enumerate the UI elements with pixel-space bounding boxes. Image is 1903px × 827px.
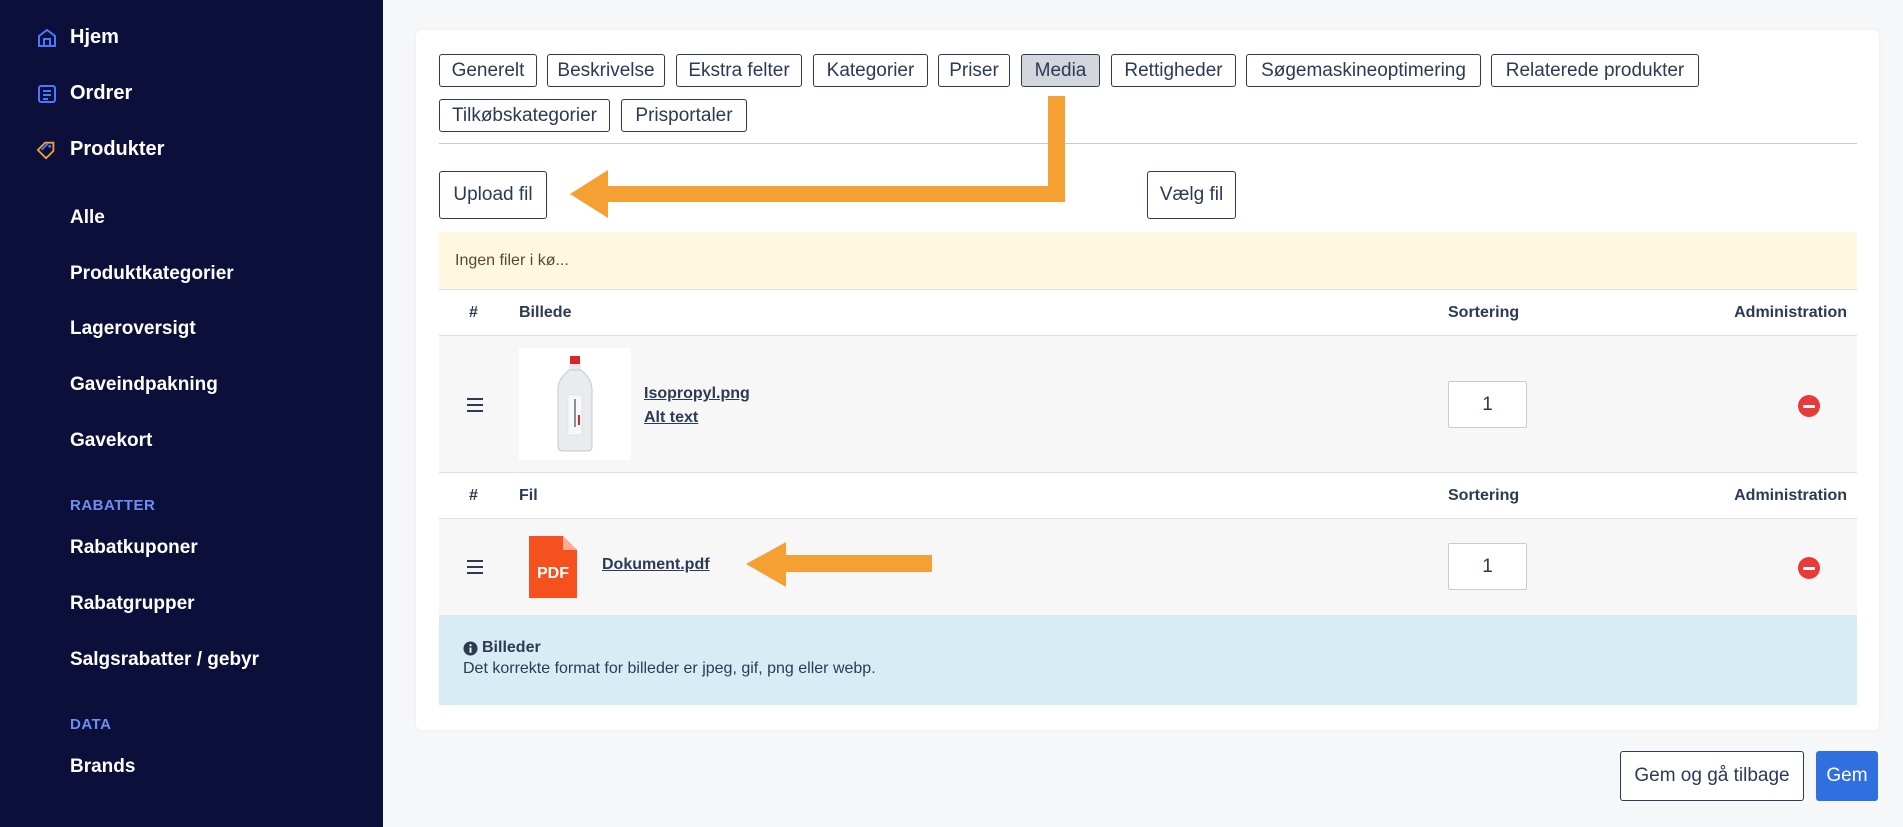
col-header-administration: Administration <box>1734 487 1847 504</box>
tab-related-products[interactable]: Relaterede produkter <box>1491 54 1699 87</box>
sidebar-item-label: Hjem <box>70 26 119 48</box>
queue-text: Ingen filer i kø... <box>455 251 569 269</box>
upload-file-button[interactable]: Upload fil <box>439 171 547 219</box>
upload-queue-status: Ingen filer i kø... <box>439 232 1857 289</box>
sidebar-item-stock[interactable]: Lageroversigt <box>70 318 196 340</box>
sidebar: Hjem Ordrer Produkter Alle Produktkatego… <box>0 0 383 827</box>
tab-upsell-categories[interactable]: Tilkøbskategorier <box>439 99 610 132</box>
tab-generelt[interactable]: Generelt <box>439 54 537 87</box>
tab-media[interactable]: Media <box>1021 54 1100 87</box>
remove-icon[interactable] <box>1798 395 1820 417</box>
col-header-sorting: Sortering <box>1448 304 1520 321</box>
drag-handle-icon[interactable] <box>467 560 483 574</box>
col-header-image: Billede <box>519 304 572 321</box>
table-row: PDF Dokument.pdf <box>439 519 1857 615</box>
product-image-thumbnail[interactable] <box>519 348 631 460</box>
image-filename-link[interactable]: Isopropyl.png <box>644 385 750 403</box>
tabs-divider <box>439 143 1857 144</box>
image-alt-text-link[interactable]: Alt text <box>644 409 698 427</box>
info-icon <box>463 640 478 656</box>
col-header-administration: Administration <box>1734 304 1847 321</box>
sidebar-section-data: DATA <box>70 716 112 733</box>
files-table-header: # Fil Sortering Administration <box>439 472 1857 519</box>
col-header-sorting: Sortering <box>1448 487 1520 504</box>
sidebar-item-label: Produkter <box>70 138 165 160</box>
sidebar-item-discount-groups[interactable]: Rabatgrupper <box>70 593 195 615</box>
tab-price-portals[interactable]: Prisportaler <box>621 99 747 132</box>
sidebar-item-coupons[interactable]: Rabatkuponer <box>70 537 198 559</box>
sidebar-item-product-categories[interactable]: Produktkategorier <box>70 263 234 285</box>
bottle-image <box>557 356 593 452</box>
col-header-file: Fil <box>519 487 538 504</box>
file-name-link[interactable]: Dokument.pdf <box>602 556 710 574</box>
drag-handle-icon[interactable] <box>467 398 483 412</box>
tab-seo[interactable]: Søgemaskineoptimering <box>1246 54 1481 87</box>
sidebar-item-home[interactable]: Hjem <box>36 26 119 49</box>
pdf-file-icon: PDF <box>529 536 577 598</box>
images-table-header: # Billede Sortering Administration <box>439 289 1857 336</box>
file-sort-input[interactable] <box>1448 543 1527 590</box>
save-button[interactable]: Gem <box>1816 751 1878 801</box>
sidebar-item-sales-discounts[interactable]: Salgsrabatter / gebyr <box>70 649 259 671</box>
info-box: Billeder Det korrekte format for billede… <box>439 615 1857 705</box>
sidebar-item-all[interactable]: Alle <box>70 207 105 229</box>
orders-icon <box>36 83 58 105</box>
table-row: Isopropyl.png Alt text <box>439 336 1857 472</box>
image-sort-input[interactable] <box>1448 381 1527 428</box>
tag-icon <box>36 139 58 161</box>
remove-icon[interactable] <box>1798 557 1820 579</box>
sidebar-item-products[interactable]: Produkter <box>36 138 164 161</box>
home-icon <box>36 27 58 49</box>
info-title: Billeder <box>482 639 541 656</box>
tab-priser[interactable]: Priser <box>938 54 1010 87</box>
col-header-index: # <box>469 304 478 321</box>
sidebar-item-label: Ordrer <box>70 82 133 104</box>
sidebar-section-discounts: RABATTER <box>70 497 156 514</box>
tab-ekstra-felter[interactable]: Ekstra felter <box>676 54 802 87</box>
sidebar-item-orders[interactable]: Ordrer <box>36 82 132 105</box>
tab-beskrivelse[interactable]: Beskrivelse <box>547 54 665 87</box>
tab-kategorier[interactable]: Kategorier <box>813 54 928 87</box>
save-and-back-button[interactable]: Gem og gå tilbage <box>1620 751 1804 801</box>
sidebar-item-gift-wrapping[interactable]: Gaveindpakning <box>70 374 218 396</box>
col-header-index: # <box>469 487 478 504</box>
choose-file-button[interactable]: Vælg fil <box>1147 171 1236 219</box>
tab-rettigheder[interactable]: Rettigheder <box>1111 54 1236 87</box>
sidebar-item-gift-cards[interactable]: Gavekort <box>70 430 152 452</box>
sidebar-item-brands[interactable]: Brands <box>70 756 135 778</box>
svg-text:PDF: PDF <box>537 565 569 582</box>
info-text: Det korrekte format for billeder er jpeg… <box>463 660 876 677</box>
